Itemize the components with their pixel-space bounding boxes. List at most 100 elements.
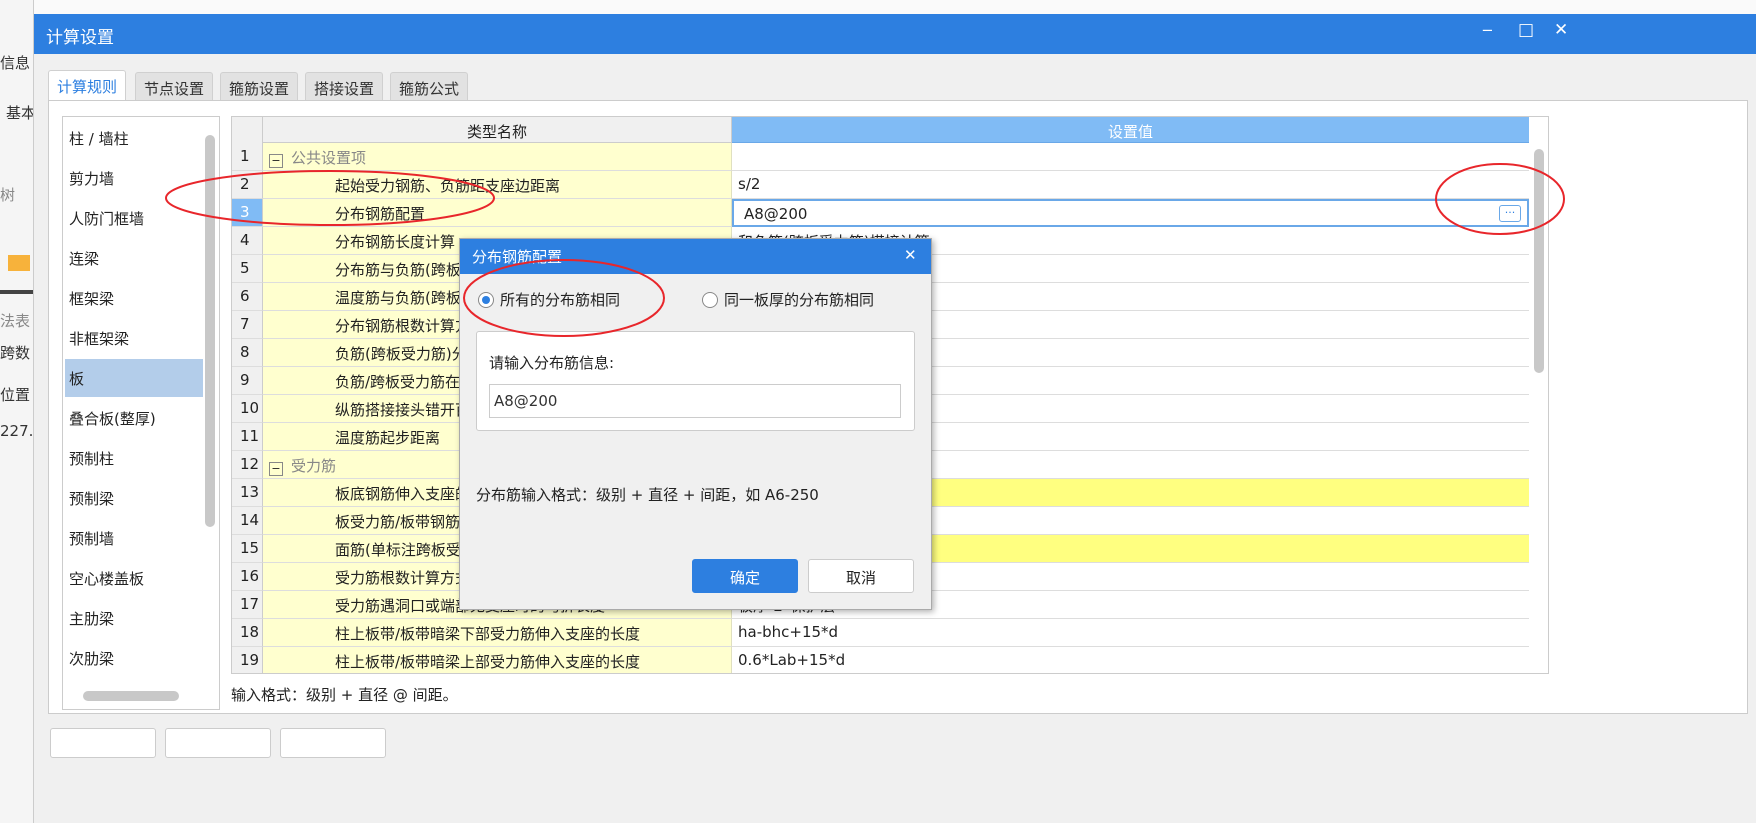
row-number: 7 [232,311,263,339]
setting-value-cell[interactable]: A8@200 ··· [732,199,1529,227]
table-row[interactable]: 2 起始受力钢筋、负筋距支座边距离 s/2 [232,171,1529,199]
window-titlebar: 计算设置 ‒ □ ✕ [34,14,1756,54]
radio-label: 所有的分布筋相同 [500,291,621,309]
side-text: 227.. [0,422,34,440]
table-row[interactable]: 1− 公共设置项 [232,143,1529,171]
group-label: 受力筋 [291,457,337,475]
input-group: 请输入分布筋信息: [476,331,915,431]
grid-vscrollbar[interactable] [1530,143,1548,673]
side-text: 信息 [0,54,31,72]
type-name: 分布钢筋长度计算 [335,233,456,251]
row-number: 2 [232,171,263,199]
footer-button[interactable] [165,728,271,758]
type-name: 温度筋起步距离 [335,429,441,447]
radio-checked-icon[interactable] [478,292,494,308]
radio-label: 同一板厚的分布筋相同 [724,291,875,309]
side-text: 法表 [0,312,31,330]
setting-value: A8@200 [744,205,808,223]
dialog-titlebar: 分布钢筋配置 ✕ [460,239,931,274]
row-number: 18 [232,619,263,647]
radio-all-same[interactable]: 所有的分布筋相同 [478,289,620,310]
category-item[interactable]: 框架梁 [65,279,203,317]
scroll-thumb[interactable] [1534,149,1544,373]
type-name-cell[interactable]: 柱上板带/板带暗梁下部受力筋伸入支座的长度 [263,619,732,647]
category-item[interactable]: 次肋梁 [65,639,203,677]
input-label: 请输入分布筋信息: [489,354,615,372]
setting-value-cell[interactable]: 0.6*Lab+15*d [732,647,1529,673]
category-item[interactable]: 叠合板(整厚) [65,399,203,437]
ellipsis-button[interactable]: ··· [1499,205,1521,222]
row-number: 16 [232,563,263,591]
category-item[interactable]: 非框架梁 [65,319,203,357]
row-number: 8 [232,339,263,367]
app-side-panel: 信息 基本 树 法表 跨数 位置 227.. [0,0,34,823]
type-name: 分布钢筋配置 [335,205,426,223]
category-item[interactable]: 剪力墙 [65,159,203,197]
category-item[interactable]: 预制墙 [65,519,203,557]
category-item[interactable]: 空心楼盖板 [65,559,203,597]
row-number: 4 [232,227,263,255]
radio-unchecked-icon[interactable] [702,292,718,308]
category-list: 柱 / 墙柱 剪力墙 人防门框墙 连梁 框架梁 非框架梁板叠合板(整厚) 预制柱 预制梁 预制墙… [62,116,220,710]
header-setting-value[interactable]: 设置值 [732,117,1529,143]
row-number: 12 [232,451,263,479]
close-icon[interactable]: ✕ [1554,20,1568,40]
category-item[interactable]: 柱 / 墙柱 [65,119,203,157]
tab-node-settings[interactable]: 节点设置 [135,72,214,102]
collapse-icon[interactable]: − [269,462,283,476]
type-name-cell[interactable]: 分布钢筋配置 [263,199,732,227]
category-item[interactable]: 板 [65,359,203,397]
type-name: 起始受力钢筋、负筋距支座边距离 [335,177,561,195]
category-item[interactable]: 主肋梁 [65,599,203,637]
divider [0,290,33,294]
type-name: 柱上板带/板带暗梁下部受力筋伸入支座的长度 [335,625,641,643]
list-vscrollbar[interactable] [205,135,215,527]
setting-value: 0.6*Lab+15*d [738,651,846,669]
row-number: 6 [232,283,263,311]
minimize-icon[interactable]: ‒ [1482,20,1493,40]
table-row[interactable]: 19 柱上板带/板带暗梁上部受力筋伸入支座的长度 0.6*Lab+15*d [232,647,1529,673]
dialog-close-icon[interactable]: ✕ [904,246,917,264]
category-item[interactable]: 预制柱 [65,439,203,477]
table-icon [8,255,30,271]
input-format-hint: 输入格式：级别 + 直径 @ 间距。 [231,686,458,704]
setting-value-cell[interactable]: s/2 [732,171,1529,199]
row-number: 5 [232,255,263,283]
tab-calc-rules[interactable]: 计算规则 [48,70,127,103]
cancel-button[interactable]: 取消 [808,559,914,593]
footer-button[interactable] [50,728,156,758]
window-title: 计算设置 [46,28,114,48]
table-row[interactable]: 18 柱上板带/板带暗梁下部受力筋伸入支座的长度 ha-bhc+15*d [232,619,1529,647]
list-hscrollbar[interactable] [83,691,179,701]
category-item[interactable]: 连梁 [65,239,203,277]
row-number: 10 [232,395,263,423]
dialog-title: 分布钢筋配置 [472,248,563,266]
group-label: 公共设置项 [291,149,367,167]
setting-value-cell[interactable]: ha-bhc+15*d [732,619,1529,647]
setting-value-cell[interactable] [732,143,1529,171]
type-name: 受力筋根数计算方式 [335,569,471,587]
header-type-name[interactable]: 类型名称 [263,117,732,143]
tab-stirrup-formula[interactable]: 箍筋公式 [390,72,469,102]
side-text: 位置 [0,386,31,404]
app-toolbar [34,0,1756,14]
radio-same-thickness[interactable]: 同一板厚的分布筋相同 [702,289,874,310]
collapse-icon[interactable]: − [269,154,283,168]
category-item[interactable]: 预制梁 [65,479,203,517]
row-number: 13 [232,479,263,507]
tab-lap-settings[interactable]: 搭接设置 [305,72,384,102]
setting-value: s/2 [738,175,761,193]
row-number: 3 [232,199,263,227]
table-row[interactable]: 3 分布钢筋配置 A8@200 ··· [232,199,1529,227]
footer-button[interactable] [280,728,386,758]
maximize-icon[interactable]: □ [1518,20,1534,40]
setting-value: ha-bhc+15*d [738,623,839,641]
category-item[interactable]: 人防门框墙 [65,199,203,237]
type-name-cell[interactable]: 柱上板带/板带暗梁上部受力筋伸入支座的长度 [263,647,732,673]
type-name-cell[interactable]: − 公共设置项 [263,143,732,171]
type-name-cell[interactable]: 起始受力钢筋、负筋距支座边距离 [263,171,732,199]
ok-button[interactable]: 确定 [692,559,798,593]
tab-stirrup-settings[interactable]: 箍筋设置 [220,72,299,102]
rebar-info-input[interactable] [489,384,901,418]
side-text: 基本 [6,104,34,122]
